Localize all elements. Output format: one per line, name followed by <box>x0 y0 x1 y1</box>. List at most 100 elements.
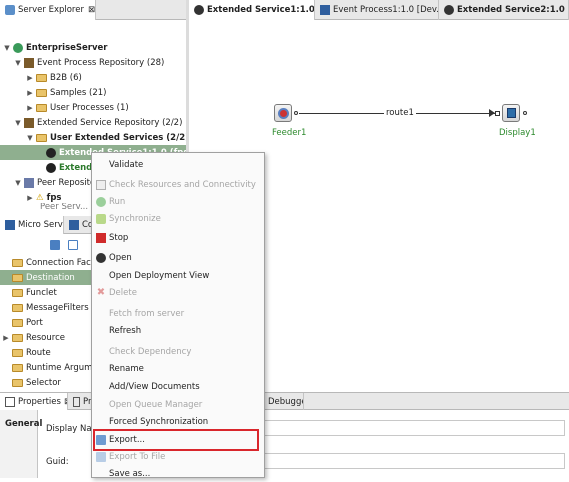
feeder-port[interactable] <box>294 111 298 115</box>
menu-label: Add/View Documents <box>109 381 200 392</box>
chevron-down-icon[interactable]: ▼ <box>14 179 22 187</box>
tree-item-root[interactable]: ▼ EnterpriseServer <box>0 40 107 55</box>
list-item[interactable]: Port <box>0 315 43 330</box>
repository-icon <box>24 117 34 128</box>
list-item[interactable]: Destination <box>0 270 92 285</box>
general-tab[interactable]: General <box>0 410 43 478</box>
menu-item-fetch[interactable]: Fetch from server <box>92 305 264 322</box>
chevron-right-icon[interactable]: ▶ <box>26 89 34 97</box>
list-item[interactable]: Runtime Argumen <box>0 360 92 375</box>
folder-icon <box>12 288 23 297</box>
tab-debugger[interactable]: Debugger <box>262 393 304 410</box>
micro-icon <box>5 220 15 230</box>
display-output-port[interactable] <box>523 111 527 115</box>
general-tab-label: General <box>5 419 43 429</box>
tree-item-user-processes[interactable]: ▶ User Processes (1) <box>0 100 128 115</box>
service-icon <box>46 162 56 173</box>
menu-item-open[interactable]: Open <box>92 249 264 266</box>
component-icon <box>69 220 79 230</box>
display-node[interactable] <box>502 104 520 122</box>
tree-label-samples: Samples (21) <box>50 87 107 98</box>
list-item[interactable]: Route <box>0 345 51 360</box>
micro-list: Connection Factor Destination Funclet Me… <box>0 254 92 392</box>
folder-icon <box>12 273 23 282</box>
chevron-down-icon[interactable]: ▼ <box>3 44 11 52</box>
open-icon <box>96 252 106 263</box>
menu-item-run[interactable]: Run <box>92 193 264 210</box>
list-item-label: Route <box>26 347 51 358</box>
tab-micro-services[interactable]: Micro Servi... <box>0 216 64 234</box>
tree-label-ext-repo: Extended Service Repository (2/2) <box>37 117 183 128</box>
menu-item-stop[interactable]: Stop <box>92 229 264 246</box>
menu-item-delete[interactable]: ✖ Delete <box>92 284 264 301</box>
tree-item-user-ext[interactable]: ▼ User Extended Services (2/2) <box>0 130 186 145</box>
display-name-field[interactable] <box>260 420 565 436</box>
refresh-icon[interactable] <box>50 240 60 250</box>
tab-extended-service2[interactable]: Extended Service2:1.0 [... <box>439 0 569 20</box>
tab-properties[interactable]: Properties ⊠ <box>0 393 68 410</box>
menu-item-add-view-documents[interactable]: Add/View Documents <box>92 378 264 395</box>
menu-item-refresh[interactable]: Refresh <box>92 322 264 339</box>
list-item[interactable]: Connection Factor <box>0 255 92 270</box>
tree-item-cut[interactable]: Peer Serv... <box>0 203 88 211</box>
menu-item-open-queue-manager[interactable]: Open Queue Manager <box>92 396 264 413</box>
chevron-right-icon[interactable]: ▶ <box>26 104 34 112</box>
folder-icon <box>12 363 23 372</box>
editor-tab-label-3: Extended Service2:1.0 [... <box>457 5 569 15</box>
server-explorer-tab-label: Server Explorer <box>18 5 84 15</box>
tree-item-peer[interactable]: ▼ Peer Repository <box>0 175 104 190</box>
menu-item-validate[interactable]: Validate <box>92 156 264 173</box>
tree-item-samples[interactable]: ▶ Samples (21) <box>0 85 106 100</box>
tab-problems[interactable]: Pr <box>68 393 92 410</box>
display-input-port[interactable] <box>495 111 500 116</box>
menu-label: Open <box>109 252 132 263</box>
feeder-icon <box>278 108 289 119</box>
tree-label-root: EnterpriseServer <box>26 42 108 53</box>
list-item-label: Destination <box>26 272 75 283</box>
service-icon <box>194 5 204 15</box>
chevron-down-icon[interactable]: ▼ <box>14 59 22 67</box>
menu-item-check-resources[interactable]: Check Resources and Connectivity <box>92 176 264 193</box>
chevron-right-icon[interactable]: ▶ <box>26 74 34 82</box>
export-highlight-box <box>93 429 259 451</box>
warning-icon: ⚠ <box>36 192 44 203</box>
copy-icon[interactable] <box>68 240 78 250</box>
folder-icon <box>12 258 23 267</box>
guid-field[interactable] <box>260 453 565 469</box>
tree-item-event-repo[interactable]: ▼ Event Process Repository (28) <box>0 55 164 70</box>
chevron-right-icon[interactable]: ▶ <box>2 334 10 342</box>
server-icon <box>5 5 15 15</box>
menu-label: Run <box>109 196 126 207</box>
list-item[interactable]: ▶ Resource <box>0 330 65 345</box>
tree-item-b2b[interactable]: ▶ B2B (6) <box>0 70 82 85</box>
chevron-down-icon[interactable]: ▼ <box>26 134 34 142</box>
menu-item-rename[interactable]: Rename <box>92 360 264 377</box>
menu-item-save-as[interactable]: Save as... <box>92 465 264 482</box>
tab-components[interactable]: Co <box>64 216 94 234</box>
tab-extended-service1[interactable]: Extended Service1:1.0 [... ⊠ <box>189 0 315 20</box>
tree-item-ext-repo[interactable]: ▼ Extended Service Repository (2/2) <box>0 115 182 130</box>
tree-item-ext2[interactable]: Extended <box>0 160 104 175</box>
menu-label: Rename <box>109 363 144 374</box>
feeder-node[interactable] <box>274 104 292 122</box>
repository-icon <box>24 57 34 68</box>
chevron-down-icon[interactable]: ▼ <box>14 119 22 127</box>
close-icon[interactable]: ⊠ <box>88 5 95 15</box>
list-item[interactable]: Selector <box>0 375 61 390</box>
list-item[interactable]: MessageFilters <box>0 300 89 315</box>
folder-icon <box>12 303 23 312</box>
route-label: route1 <box>384 108 416 118</box>
tab-event-process1[interactable]: Event Process1:1.0 [Dev... <box>315 0 439 20</box>
sync-icon <box>96 213 106 224</box>
menu-label: Check Resources and Connectivity <box>109 179 256 190</box>
menu-item-synchronize[interactable]: Synchronize <box>92 210 264 227</box>
menu-item-check-dependency[interactable]: Check Dependency <box>92 343 264 360</box>
chevron-right-icon[interactable]: ▶ <box>26 194 34 202</box>
menu-label: Fetch from server <box>109 308 185 319</box>
tree-label-event-repo: Event Process Repository (28) <box>37 57 165 68</box>
menu-item-forced-sync[interactable]: Forced Synchronization <box>92 413 264 430</box>
folder-icon <box>12 318 23 327</box>
menu-item-open-deployment[interactable]: Open Deployment View <box>92 267 264 284</box>
list-item[interactable]: Funclet <box>0 285 57 300</box>
tab-server-explorer[interactable]: Server Explorer ⊠ <box>0 0 96 20</box>
